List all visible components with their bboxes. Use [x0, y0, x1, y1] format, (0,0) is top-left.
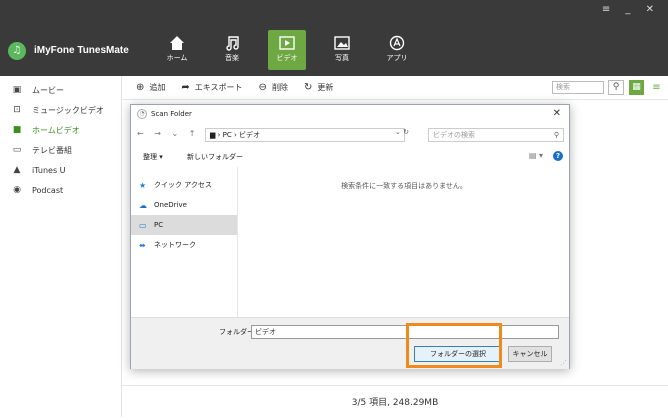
address-row: ← → ⌄ ↑ ▆ › PC › ビデオ ⌄ ↻ ビデオの検索 ⚲: [131, 125, 569, 145]
search-input[interactable]: 検索: [552, 81, 604, 94]
empty-message: 検索条件に一致する項目はありません。: [341, 182, 467, 190]
nav-photo[interactable]: 写真: [323, 30, 361, 70]
nav-onedrive[interactable]: ☁ OneDrive: [131, 195, 237, 215]
status-bar: 3/5 項目, 248.29MB: [122, 385, 668, 417]
nav-label: ビデオ: [276, 54, 298, 62]
nav-network[interactable]: ⬌ ネットワーク: [131, 235, 237, 255]
music-icon: [226, 36, 239, 51]
view-menu-icon[interactable]: ▤ ▾: [529, 151, 543, 160]
nav-label: 写真: [335, 54, 349, 62]
sidebar-item-movie[interactable]: ▣ ムービー: [0, 80, 121, 100]
nav-quick-access[interactable]: ★ クイック アクセス: [131, 175, 237, 195]
sidebar-item-label: テレビ番組: [32, 145, 72, 155]
grid-view-icon[interactable]: ▦: [629, 80, 644, 95]
home-video-icon: ■: [12, 125, 22, 135]
refresh-icon: ↻: [303, 82, 313, 93]
sidebar-item-home-video[interactable]: ■ ホームビデオ: [0, 120, 121, 140]
toolbar: ⊕ 追加 ➦ エキスポート ⊖ 削除 ↻ 更新 検索 ⚲ ▦ ≡: [122, 76, 668, 100]
apps-icon: [389, 35, 405, 51]
folder-input[interactable]: ビデオ: [251, 325, 559, 339]
close-icon[interactable]: ✕: [553, 108, 561, 119]
nav-item-label: ネットワーク: [154, 241, 196, 249]
search-icon[interactable]: ⚲: [608, 80, 624, 95]
list-view-icon[interactable]: ≡: [649, 80, 664, 95]
address-refresh-icon[interactable]: ⌄ ↻: [395, 128, 409, 136]
new-folder-button[interactable]: 新しいフォルダー: [187, 152, 243, 162]
main-nav: ホーム 音楽 ビデオ 写真 アプリ: [158, 30, 433, 70]
music-video-icon: ⊡: [13, 105, 21, 115]
nav-item-label: OneDrive: [154, 201, 187, 209]
sidebar-item-label: ミュージックビデオ: [32, 105, 104, 115]
resize-grip-icon[interactable]: ⋰: [560, 359, 567, 367]
nav-video[interactable]: ビデオ: [268, 30, 306, 70]
refresh-button[interactable]: ↻ 更新: [304, 82, 333, 93]
nav-label: ホーム: [166, 54, 188, 62]
dialog-titlebar: ◔ Scan Folder: [131, 105, 569, 123]
delete-label: 削除: [271, 83, 288, 92]
podcast-icon: ◉: [13, 185, 21, 195]
top-bar: ≡ _ ✕ ♫ iMyFone TunesMate ホーム 音楽 ビデオ 写真 …: [0, 0, 668, 76]
network-icon: ⬌: [139, 240, 146, 250]
nav-apps[interactable]: アプリ: [378, 30, 416, 70]
refresh-label: 更新: [317, 83, 334, 92]
export-arrow-icon: ➦: [181, 82, 190, 93]
dialog-title: Scan Folder: [151, 110, 192, 118]
dialog-footer: フォルダー: ビデオ フォルダーの選択 キャンセル ⋰: [131, 317, 569, 369]
nav-label: 音楽: [225, 54, 239, 62]
nav-label: アプリ: [386, 54, 408, 62]
nav-home[interactable]: ホーム: [158, 30, 196, 70]
nav-pc[interactable]: ▭ PC: [131, 215, 237, 235]
view-options: ▤ ▾?: [529, 151, 563, 161]
dialog-nav-pane: ★ クイック アクセス ☁ OneDrive ▭ PC ⬌ ネットワーク: [131, 167, 237, 317]
dialog-search-input[interactable]: ビデオの検索 ⚲: [428, 128, 564, 142]
sidebar: ▣ ムービー ⊡ ミュージックビデオ ■ ホームビデオ ▭ テレビ番組 ▲ iTunes …: [0, 76, 122, 417]
export-label: エキスポート: [194, 83, 243, 92]
photo-icon: [334, 36, 350, 50]
address-bar[interactable]: ▆ › PC › ビデオ: [205, 128, 405, 142]
dialog-file-pane: 検索条件に一致する項目はありません。: [237, 167, 570, 317]
graduation-icon: ▲: [13, 165, 21, 175]
nav-music[interactable]: 音楽: [213, 30, 251, 70]
nav-arrows[interactable]: ← → ⌄ ↑: [137, 129, 199, 138]
star-icon: ★: [139, 180, 147, 190]
add-button[interactable]: ⊕ 追加: [136, 82, 165, 93]
help-icon[interactable]: ?: [553, 151, 563, 161]
tv-icon: ▭: [12, 145, 22, 155]
sidebar-item-label: ムービー: [32, 85, 64, 95]
sidebar-item-podcast[interactable]: ◉ Podcast: [0, 180, 121, 200]
dialog-search-placeholder: ビデオの検索: [433, 131, 475, 139]
sidebar-item-label: Podcast: [32, 185, 64, 195]
cloud-icon: ☁: [139, 200, 147, 210]
address-path: PC › ビデオ: [222, 131, 260, 139]
sidebar-item-tv[interactable]: ▭ テレビ番組: [0, 140, 121, 160]
window-controls[interactable]: ≡ _ ✕: [602, 4, 660, 15]
command-row: 整理 ▾ 新しいフォルダー ▤ ▾?: [131, 149, 569, 167]
delete-button[interactable]: ⊖ 削除: [259, 82, 288, 93]
minus-circle-icon: ⊖: [258, 82, 267, 93]
add-label: 追加: [149, 83, 166, 92]
organize-button[interactable]: 整理 ▾: [143, 152, 163, 162]
sidebar-item-label: iTunes U: [32, 165, 66, 175]
dialog-app-icon: ◔: [137, 109, 147, 119]
nav-item-label: クイック アクセス: [154, 181, 212, 189]
folder-icon: ▆ ›: [210, 131, 223, 139]
search-icon: ⚲: [553, 131, 559, 139]
sidebar-item-music-video[interactable]: ⊡ ミュージックビデオ: [0, 100, 121, 120]
movie-icon: ▣: [12, 85, 22, 95]
cancel-button[interactable]: キャンセル: [508, 346, 552, 362]
scan-folder-dialog: ◔ Scan Folder ✕ ← → ⌄ ↑ ▆ › PC › ビデオ ⌄ ↻…: [130, 104, 570, 369]
app-name: iMyFone TunesMate: [34, 45, 129, 56]
plus-circle-icon: ⊕: [136, 82, 145, 93]
highlight-box: [406, 323, 502, 368]
sidebar-item-itunes-u[interactable]: ▲ iTunes U: [0, 160, 121, 180]
home-icon: [170, 36, 184, 50]
nav-item-label: PC: [154, 221, 164, 229]
sidebar-item-label: ホームビデオ: [32, 125, 80, 135]
app-logo-icon: ♫: [8, 42, 26, 60]
computer-icon: ▭: [139, 220, 147, 230]
video-icon: [279, 36, 295, 50]
export-button[interactable]: ➦ エキスポート: [181, 82, 242, 93]
